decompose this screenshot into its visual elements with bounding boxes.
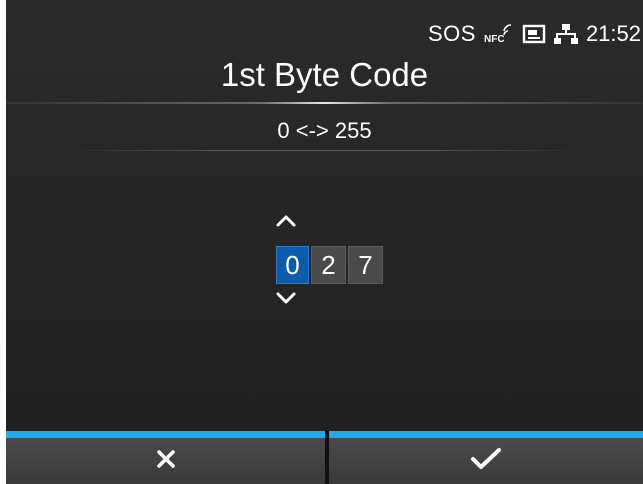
network-icon: [553, 23, 578, 45]
chevron-down-icon[interactable]: [275, 291, 297, 305]
cancel-button[interactable]: [6, 431, 325, 484]
status-bar: SOS NFC 21:52: [428, 18, 641, 50]
range-label: 0 <-> 255: [277, 118, 372, 143]
bottom-bar: [6, 431, 643, 484]
ok-button[interactable]: [329, 431, 643, 484]
title-divider: [6, 102, 643, 104]
check-icon: [470, 447, 502, 476]
nfc-icon: NFC: [484, 23, 514, 45]
svg-text:NFC: NFC: [484, 34, 505, 45]
digit-field-1[interactable]: 0: [276, 246, 309, 284]
digit-field-2[interactable]: 2: [311, 246, 346, 284]
page-title: 1st Byte Code: [220, 56, 429, 93]
sos-indicator: SOS: [427, 21, 476, 46]
clock: 21:52: [585, 21, 641, 46]
card-icon: [522, 23, 546, 45]
screen: SOS NFC 21:52 1st Byte Code 0 <-> 255 0 …: [6, 0, 643, 484]
close-icon: [155, 448, 177, 475]
chevron-up-icon[interactable]: [275, 214, 297, 228]
digit-editor: 0 2 7: [276, 246, 383, 284]
range-divider: [66, 150, 583, 151]
digit-field-3[interactable]: 7: [348, 246, 383, 284]
